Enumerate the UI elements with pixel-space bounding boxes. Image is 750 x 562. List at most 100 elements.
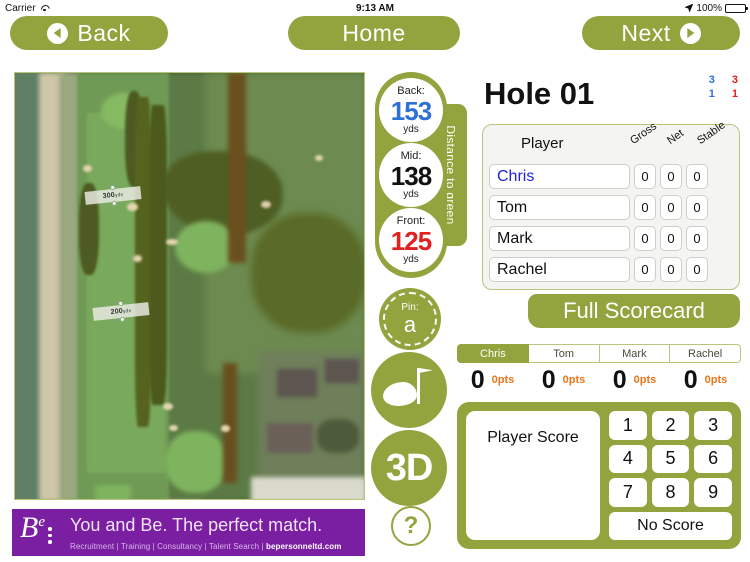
three-d-label: 3D (385, 446, 434, 489)
full-scorecard-button[interactable]: Full Scorecard (528, 294, 740, 328)
gross-cell[interactable]: 0 (634, 226, 656, 251)
key-3[interactable]: 3 (694, 411, 732, 440)
total-strokes: 0 (541, 365, 556, 394)
page-title: Hole 01 (484, 76, 595, 111)
green-view-button[interactable] (371, 352, 447, 428)
si-blue: 1 (708, 87, 715, 100)
tab-player-chris[interactable]: Chris (457, 344, 529, 363)
par-stroke-index: 3 1 3 1 (709, 74, 738, 102)
player-name-field[interactable]: Tom (489, 195, 630, 220)
net-cell[interactable]: 0 (660, 164, 682, 189)
key-5[interactable]: 5 (651, 444, 690, 473)
flag-pole-icon (417, 368, 420, 404)
key-9[interactable]: 9 (694, 478, 732, 507)
player-name-field[interactable]: Mark (489, 226, 630, 251)
total-points: 0pts (704, 374, 728, 386)
map-imagery (15, 73, 364, 499)
distance-mid-circle[interactable]: Mid: 138 yds (379, 143, 443, 207)
question-mark-icon: ? (403, 512, 419, 539)
si-red: 1 (731, 87, 738, 100)
stable-cell[interactable]: 0 (686, 257, 708, 282)
header-stable: Stable (695, 119, 728, 147)
status-time: 9:13 AM (356, 2, 394, 14)
ad-website: bepersonneltd.com (265, 542, 342, 551)
stable-cell[interactable]: 0 (686, 226, 708, 251)
key-8[interactable]: 8 (651, 478, 690, 507)
table-row: Mark 0 0 0 (489, 223, 733, 254)
chevron-left-icon (47, 22, 69, 44)
distance-front-value: 125 (390, 225, 432, 256)
logo-dots-icon (48, 527, 52, 547)
chevron-right-icon (679, 22, 701, 44)
next-button[interactable]: Next (582, 16, 740, 50)
key-1[interactable]: 1 (609, 411, 647, 440)
key-no-score[interactable]: No Score (609, 511, 732, 540)
player-name-field[interactable]: Chris (489, 164, 630, 189)
player-total: 0 0pts (599, 365, 670, 395)
tab-player-rachel[interactable]: Rachel (670, 344, 741, 363)
pin-label: Pin: (401, 301, 419, 313)
table-row: Tom 0 0 0 (489, 192, 733, 223)
home-button[interactable]: Home (288, 16, 460, 50)
tab-player-tom[interactable]: Tom (528, 344, 600, 363)
player-score-display: Player Score (466, 411, 600, 540)
back-button[interactable]: Back (10, 16, 168, 50)
location-arrow-icon (684, 3, 694, 13)
battery-percent: 100% (696, 2, 722, 14)
net-cell[interactable]: 0 (660, 195, 682, 220)
par-si-red-tee: 3 1 (732, 74, 738, 102)
table-row: Rachel 0 0 0 (489, 254, 733, 285)
distance-back-circle[interactable]: Back: 153 yds (379, 78, 443, 142)
total-points: 0pts (633, 374, 657, 386)
scorecard-header: Player Gross Net Stable (483, 119, 739, 161)
key-7[interactable]: 7 (609, 478, 647, 507)
gross-cell[interactable]: 0 (634, 195, 656, 220)
total-points: 0pts (491, 374, 515, 386)
distance-front-unit: yds (403, 253, 419, 265)
tab-player-mark[interactable]: Mark (599, 344, 671, 363)
net-cell[interactable]: 0 (660, 257, 682, 282)
home-label: Home (342, 19, 406, 46)
battery-icon (725, 3, 748, 13)
total-strokes: 0 (470, 365, 485, 394)
net-cell[interactable]: 0 (660, 226, 682, 251)
gross-cell[interactable]: 0 (634, 164, 656, 189)
gross-cell[interactable]: 0 (634, 257, 656, 282)
player-tab-bar: Chris Tom Mark Rachel (457, 344, 741, 363)
key-6[interactable]: 6 (694, 444, 732, 473)
key-4[interactable]: 4 (609, 444, 647, 473)
stable-cell[interactable]: 0 (686, 164, 708, 189)
distance-back-value: 153 (390, 95, 432, 126)
pin-position-button[interactable]: Pin: a (379, 288, 441, 350)
player-total: 0 0pts (528, 365, 599, 395)
ad-headline: You and Be. The perfect match. (70, 515, 323, 535)
table-row: Chris 0 0 0 (489, 161, 733, 192)
par-blue: 3 (708, 74, 715, 86)
player-total: 0 0pts (670, 365, 741, 395)
distance-front-label: Front: (396, 214, 426, 227)
player-name-field[interactable]: Rachel (489, 257, 630, 282)
key-2[interactable]: 2 (651, 411, 690, 440)
hole-aerial-map[interactable]: 300 yds 200 yds (14, 72, 365, 500)
player-totals-row: 0 0pts 0 0pts 0 0pts 0 0pts (457, 365, 741, 395)
pin-value: a (403, 311, 417, 337)
help-button[interactable]: ? (391, 506, 431, 546)
green-shape-icon (383, 382, 417, 406)
header-gross: Gross (628, 120, 660, 147)
top-navigation: Back Home Next (0, 16, 750, 52)
distance-mid-value: 138 (390, 160, 432, 191)
advertisement-banner[interactable]: Be You and Be. The perfect match. Recrui… (12, 509, 365, 556)
header-player: Player (521, 135, 564, 152)
stable-cell[interactable]: 0 (686, 195, 708, 220)
total-strokes: 0 (683, 365, 698, 394)
total-points: 0pts (562, 374, 586, 386)
distance-mid-unit: yds (403, 188, 419, 200)
three-d-view-button[interactable]: 3D (371, 430, 447, 506)
distance-back-label: Back: (397, 84, 425, 97)
ad-subline: Recruitment | Training | Consultancy | T… (70, 542, 341, 551)
par-si-blue-tee: 3 1 (709, 74, 715, 102)
keypad-keys: 1 2 3 4 5 6 7 8 9 No Score (609, 411, 732, 540)
distance-front-circle[interactable]: Front: 125 yds (379, 208, 443, 272)
status-bar: Carrier 9:13 AM 100% (0, 0, 750, 16)
back-label: Back (77, 19, 131, 46)
